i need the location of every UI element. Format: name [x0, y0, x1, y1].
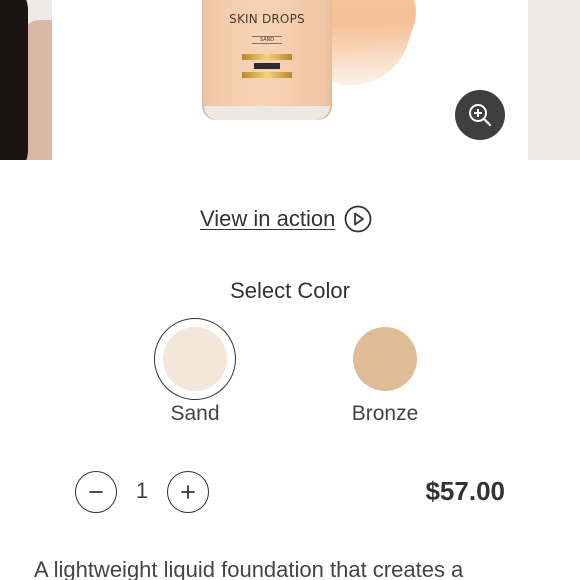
- plus-circle-icon: [181, 485, 195, 499]
- bottle-shade-label: SAND: [252, 36, 282, 44]
- color-swatch-sand[interactable]: [163, 327, 227, 391]
- product-image-carousel[interactable]: SKIN DROPS SAND: [0, 0, 580, 160]
- previous-slide-image[interactable]: [0, 0, 52, 160]
- product-description: A lightweight liquid foundation that cre…: [34, 557, 464, 580]
- minus-circle-icon: [89, 491, 103, 493]
- brand-logo: [242, 54, 292, 78]
- color-option-bronze[interactable]: Bronze: [315, 318, 455, 430]
- decrement-button[interactable]: [75, 471, 117, 513]
- view-in-action-link[interactable]: View in action: [200, 204, 372, 234]
- foundation-bottle: SKIN DROPS SAND: [202, 0, 332, 120]
- bottle-brand-label: SKIN DROPS: [229, 12, 305, 26]
- selected-ring: [154, 318, 236, 400]
- color-swatch-bronze[interactable]: [353, 327, 417, 391]
- product-price: $57.00: [425, 476, 505, 506]
- color-option-sand[interactable]: Sand: [125, 318, 265, 430]
- select-color-title: Select Color: [230, 278, 350, 303]
- swatch-ring: [344, 318, 426, 400]
- view-in-action-label[interactable]: View in action: [200, 206, 335, 232]
- bottle-base: [204, 106, 330, 120]
- color-name-sand: Sand: [170, 402, 220, 425]
- main-product-image: SKIN DROPS SAND: [52, 0, 528, 160]
- play-circle-icon[interactable]: [344, 205, 372, 233]
- zoom-in-icon: [469, 104, 492, 127]
- color-name-bronze: Bronze: [351, 402, 419, 425]
- next-slide-image[interactable]: [528, 0, 580, 160]
- zoom-button[interactable]: [455, 90, 505, 140]
- quantity-value: 1: [135, 478, 149, 503]
- increment-button[interactable]: [167, 471, 209, 513]
- model-hair: [0, 0, 28, 160]
